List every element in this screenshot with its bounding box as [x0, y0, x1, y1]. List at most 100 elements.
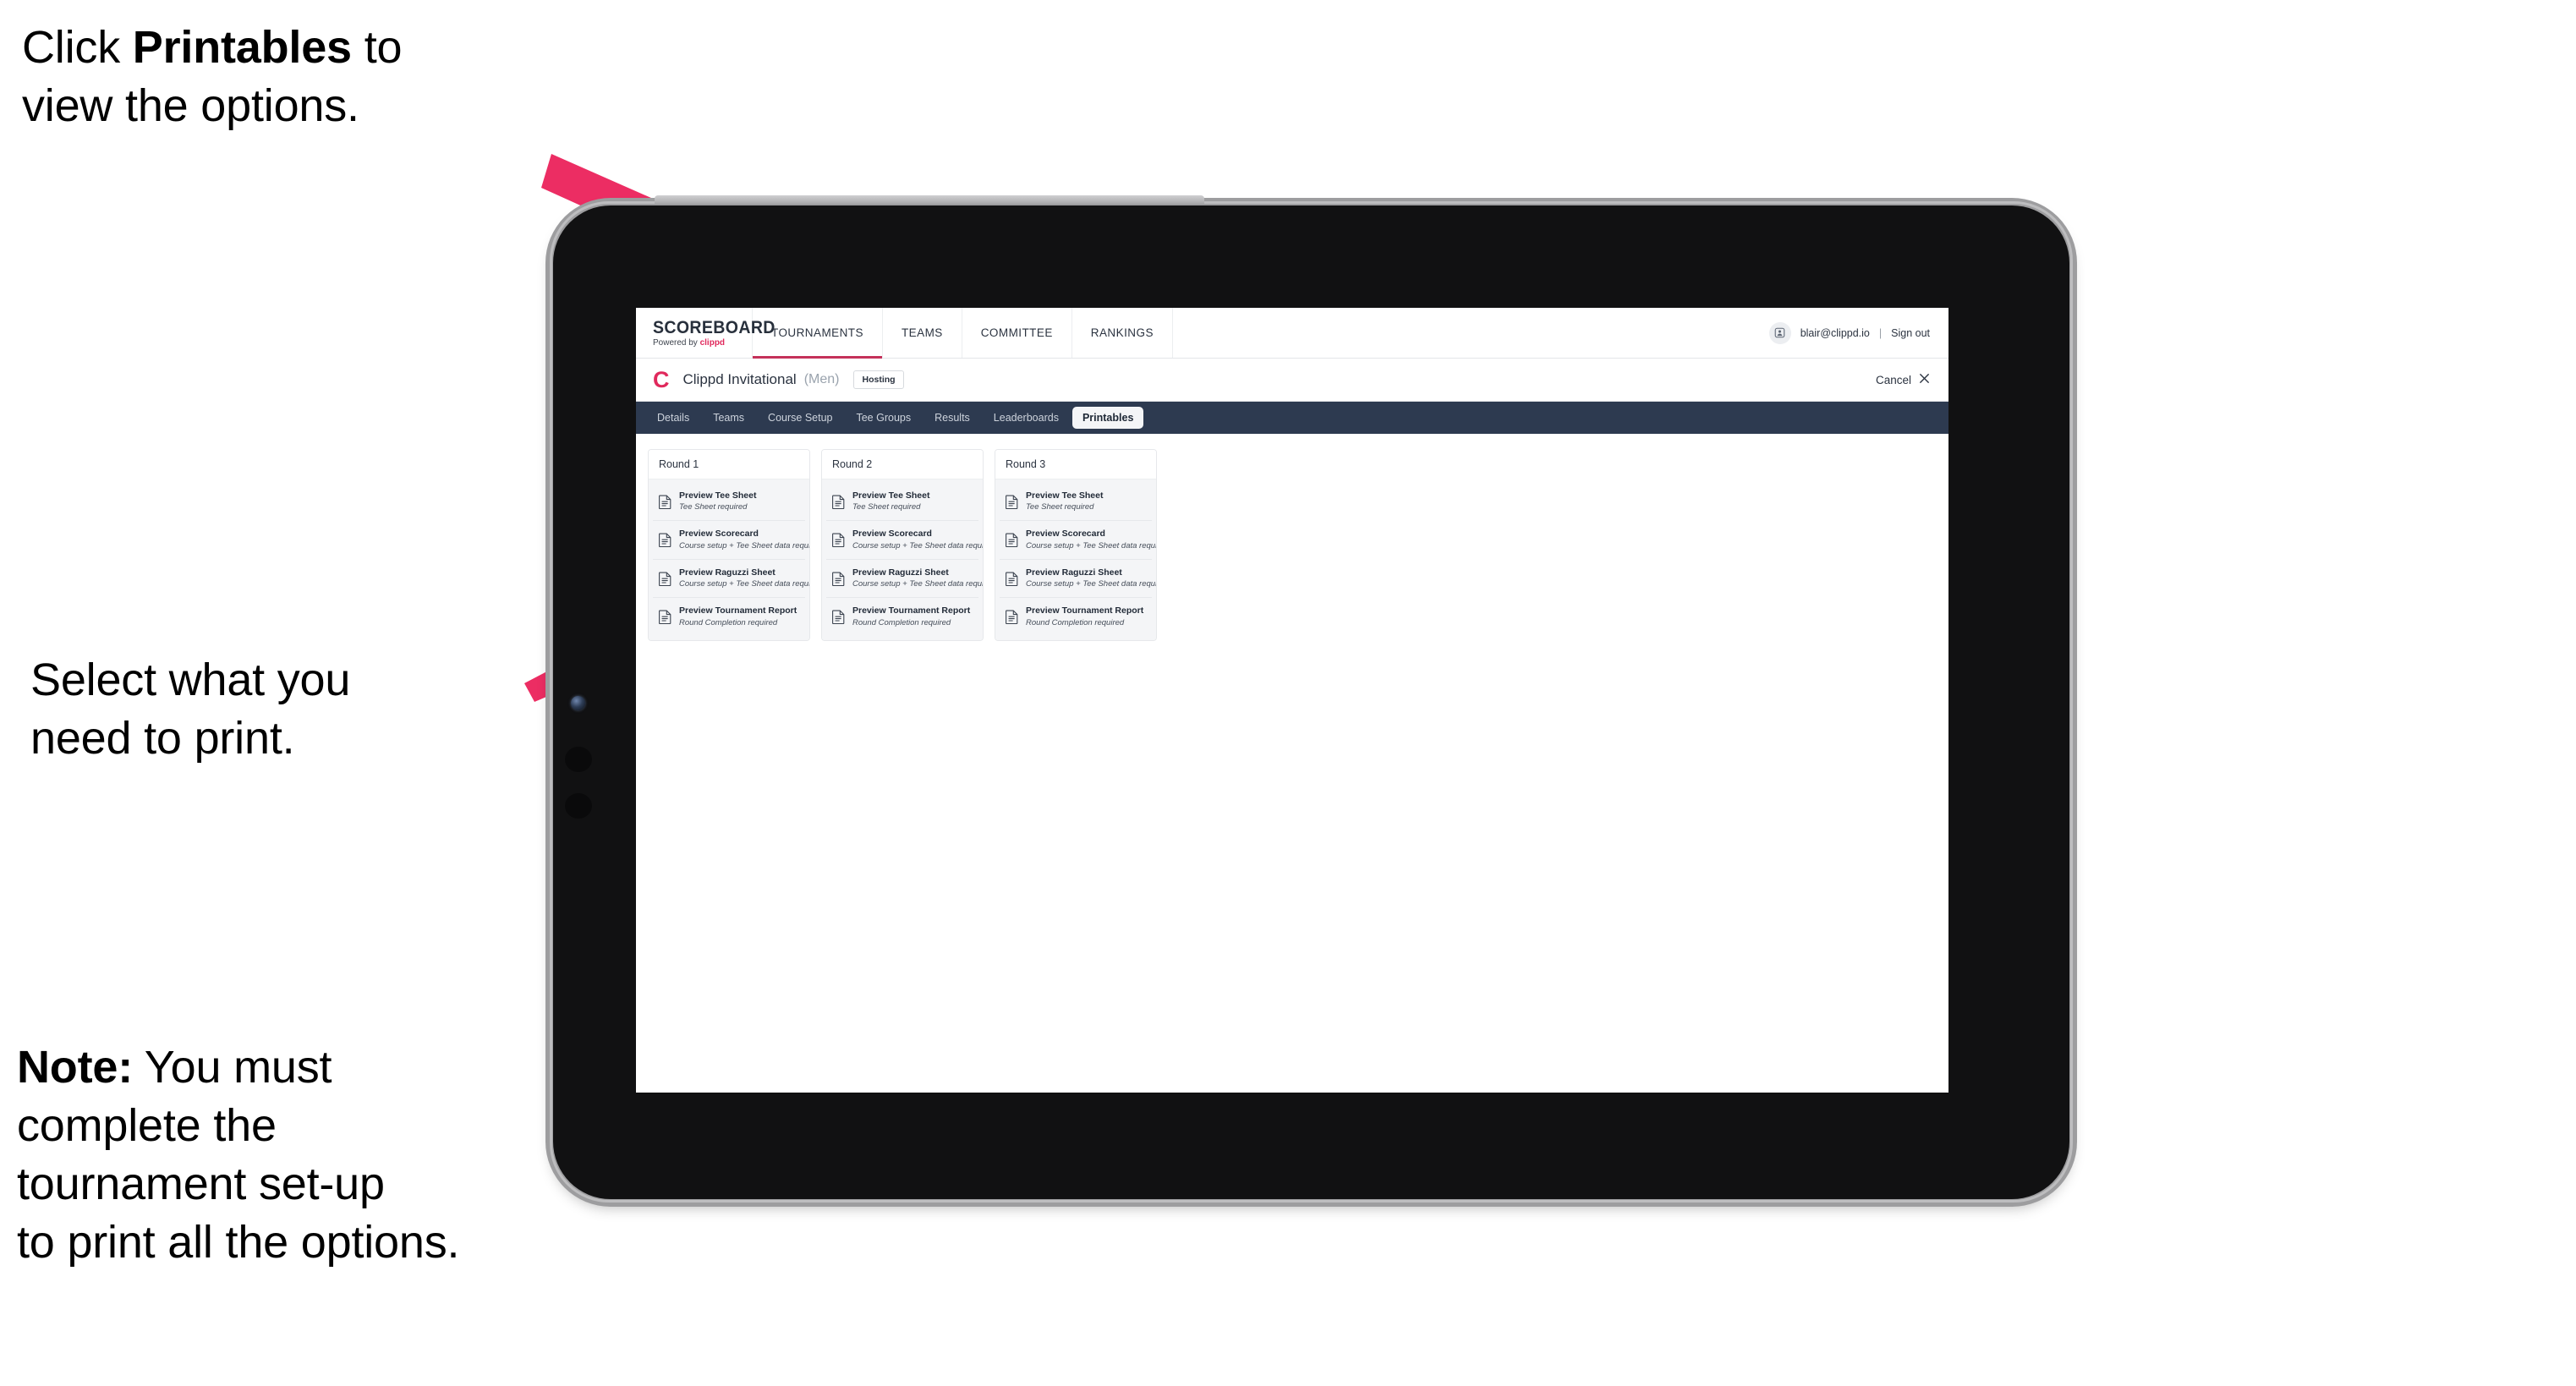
tab-results[interactable]: Results — [924, 407, 980, 430]
printable-requirement: Round Completion required — [679, 617, 778, 627]
printable-row[interactable]: Preview Tee Sheet Tee Sheet required — [826, 483, 978, 522]
printable-text: Preview Scorecard Course setup + Tee Shee… — [852, 529, 984, 551]
printable-text: Preview Tournament Report Round Completio… — [679, 605, 797, 627]
round-items: Preview Tee Sheet Tee Sheet required Previ… — [649, 479, 809, 640]
tab-details[interactable]: Details — [647, 407, 699, 430]
printable-text: Preview Scorecard Course setup + Tee Shee… — [679, 529, 810, 551]
tournament-title-bar: C Clippd Invitational (Men) Hosting Canc… — [636, 359, 1948, 402]
printable-row[interactable]: Preview Raguzzi Sheet Course setup + Tee … — [653, 559, 809, 599]
tab-leaderboards[interactable]: Leaderboards — [984, 407, 1069, 430]
round-column: Round 1 Preview Tee Sheet Tee Sheet requir… — [648, 449, 810, 641]
tab-tee-groups[interactable]: Tee Groups — [846, 407, 921, 430]
tab-teams[interactable]: Teams — [703, 407, 754, 430]
nav-item-teams[interactable]: TEAMS — [883, 308, 962, 358]
document-icon — [659, 610, 671, 625]
brand-logo[interactable]: SCOREBOARD Powered by clippd — [636, 308, 776, 358]
tab-course-setup[interactable]: Course Setup — [758, 407, 842, 430]
printable-title: Preview Raguzzi Sheet — [852, 567, 949, 578]
printable-row[interactable]: Preview Tournament Report Round Completio… — [653, 598, 805, 636]
printable-text: Preview Tee Sheet Tee Sheet required — [852, 490, 929, 512]
round-header: Round 2 — [822, 450, 983, 479]
printable-requirement: Round Completion required — [1026, 617, 1125, 627]
close-x-icon — [1919, 373, 1930, 386]
document-icon — [1006, 495, 1018, 509]
printable-text: Preview Tee Sheet Tee Sheet required — [1026, 490, 1103, 512]
printable-row[interactable]: Preview Tournament Report Round Completio… — [1000, 598, 1152, 636]
primary-nav: TOURNAMENTS TEAMS COMMITTEE RANKINGS — [753, 308, 1173, 359]
printable-row[interactable]: Preview Raguzzi Sheet Course setup + Tee … — [1000, 559, 1156, 599]
status-badge: Hosting — [853, 370, 904, 390]
printables-content: Round 1 Preview Tee Sheet Tee Sheet requir… — [636, 434, 1948, 656]
printable-requirement: Tee Sheet required — [679, 502, 748, 512]
tablet-top-rim — [655, 195, 1204, 204]
printable-row[interactable]: Preview Raguzzi Sheet Course setup + Tee … — [826, 559, 984, 599]
printable-row[interactable]: Preview Scorecard Course setup + Tee Shee… — [1000, 521, 1156, 560]
printable-title: Preview Scorecard — [1026, 529, 1105, 540]
annotation-note-emphasis: Note: — [17, 1042, 133, 1093]
account-area: blair@clippd.io | Sign out — [1768, 308, 1948, 358]
printable-requirement: Course setup + Tee Sheet data required — [852, 579, 984, 589]
side-button-lower[interactable] — [565, 793, 592, 819]
printable-requirement: Course setup + Tee Sheet data required — [679, 540, 810, 551]
document-icon — [832, 533, 845, 548]
section-tab-strip: Details Teams Course Setup Tee Groups Result… — [636, 402, 1948, 434]
cancel-label: Cancel — [1875, 373, 1911, 386]
annotation-select-to-print: Select what you need to print. — [30, 655, 351, 764]
account-separator: | — [1878, 326, 1883, 339]
document-icon — [659, 495, 671, 509]
annotation-click-printables: Click Printables to view the options. — [22, 19, 580, 135]
document-icon — [1006, 610, 1018, 625]
printable-text: Preview Raguzzi Sheet Course setup + Tee … — [852, 567, 984, 589]
front-camera-icon — [571, 696, 585, 710]
nav-item-committee[interactable]: COMMITTEE — [962, 308, 1072, 358]
document-icon — [659, 533, 671, 548]
round-column: Round 3 Preview Tee Sheet Tee Sheet requir… — [995, 449, 1157, 641]
document-icon — [1006, 533, 1018, 548]
round-items: Preview Tee Sheet Tee Sheet required Previ… — [822, 479, 983, 640]
printable-row[interactable]: Preview Scorecard Course setup + Tee Shee… — [653, 521, 810, 560]
printable-row[interactable]: Preview Tee Sheet Tee Sheet required — [1000, 483, 1152, 522]
brand-tagline: Powered by clippd — [653, 337, 752, 348]
printable-title: Preview Scorecard — [852, 529, 932, 540]
printable-title: Preview Scorecard — [679, 529, 759, 540]
nav-item-rankings[interactable]: RANKINGS — [1072, 308, 1173, 358]
tab-printables[interactable]: Printables — [1072, 406, 1144, 430]
printable-text: Preview Tournament Report Round Completio… — [1026, 605, 1143, 627]
nav-item-tournaments[interactable]: TOURNAMENTS — [753, 308, 883, 359]
tournament-name: Clippd Invitational — [682, 371, 797, 387]
printable-title: Preview Tournament Report — [852, 605, 971, 616]
document-icon — [1006, 572, 1018, 586]
printable-requirement: Tee Sheet required — [852, 502, 921, 512]
printable-title: Preview Tournament Report — [1026, 605, 1144, 616]
printable-text: Preview Tournament Report Round Completio… — [852, 605, 970, 627]
printable-title: Preview Raguzzi Sheet — [1026, 567, 1122, 578]
tournament-gender: (Men) — [803, 372, 840, 386]
round-items: Preview Tee Sheet Tee Sheet required Previ… — [995, 479, 1156, 640]
printable-requirement: Tee Sheet required — [1026, 502, 1094, 512]
brand-title: SCOREBOARD — [653, 317, 776, 337]
printable-row[interactable]: Preview Tee Sheet Tee Sheet required — [653, 483, 805, 522]
sign-out-link[interactable]: Sign out — [1891, 327, 1930, 339]
document-icon — [659, 572, 671, 586]
printable-text: Preview Raguzzi Sheet Course setup + Tee … — [1026, 567, 1156, 589]
printable-text: Preview Raguzzi Sheet Course setup + Tee … — [679, 567, 809, 589]
document-icon — [832, 495, 845, 509]
printable-text: Preview Scorecard Course setup + Tee Shee… — [1026, 529, 1156, 551]
brand-tagline-prefix: Powered by — [653, 337, 700, 348]
printable-title: Preview Tournament Report — [679, 605, 797, 616]
side-button-upper[interactable] — [565, 747, 592, 772]
cancel-button[interactable]: Cancel — [1876, 373, 1930, 386]
printable-row[interactable]: Preview Scorecard Course setup + Tee Shee… — [826, 521, 984, 560]
app-screen: SCOREBOARD Powered by clippd TOURNAMENTS… — [636, 308, 1948, 1093]
annotation-click-printables-emphasis: Printables — [132, 22, 352, 73]
printable-title: Preview Tee Sheet — [679, 490, 757, 501]
user-avatar-icon[interactable] — [1768, 321, 1791, 344]
printable-row[interactable]: Preview Tournament Report Round Completio… — [826, 598, 978, 636]
document-icon — [832, 610, 845, 625]
brand-tagline-clippd: clippd — [699, 337, 726, 348]
printable-title: Preview Tee Sheet — [852, 490, 930, 501]
printable-title: Preview Tee Sheet — [1026, 490, 1104, 501]
printable-requirement: Course setup + Tee Sheet data required — [852, 540, 984, 551]
top-navigation-bar: SCOREBOARD Powered by clippd TOURNAMENTS… — [636, 308, 1948, 359]
page-root: Click Printables to view the options. Se… — [0, 0, 2576, 1386]
